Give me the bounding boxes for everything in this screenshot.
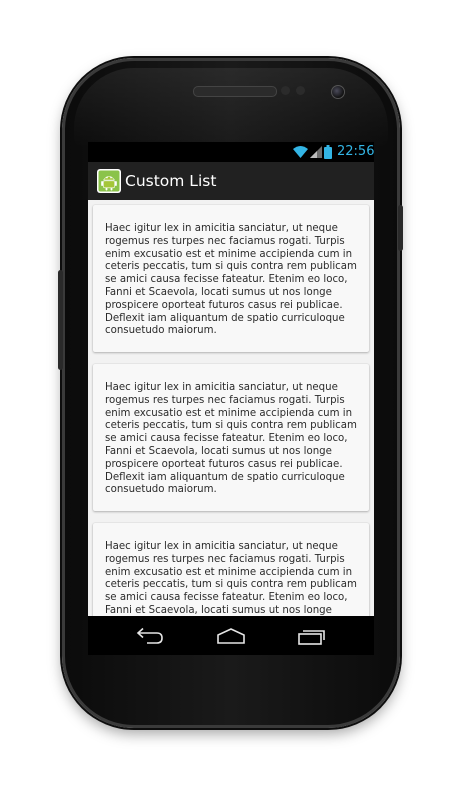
page-title: Custom List	[125, 172, 217, 190]
status-clock: 22:56	[337, 144, 374, 159]
proximity-sensor	[281, 86, 290, 95]
light-sensor	[296, 86, 305, 95]
wifi-icon	[293, 146, 308, 158]
android-robot-icon[interactable]	[97, 169, 121, 193]
power-button[interactable]	[398, 205, 403, 251]
home-button[interactable]	[211, 624, 251, 648]
home-icon	[217, 628, 245, 644]
navigation-bar	[88, 616, 374, 655]
list-item-text: Haec igitur lex in amicitia sanciatur, u…	[105, 382, 357, 496]
back-icon	[136, 627, 163, 644]
front-camera	[331, 85, 345, 99]
list-item-text: Haec igitur lex in amicitia sanciatur, u…	[105, 541, 357, 616]
status-bar: 22:56	[88, 142, 374, 162]
phone-gloss	[74, 68, 388, 148]
list-item[interactable]: Haec igitur lex in amicitia sanciatur, u…	[93, 205, 369, 353]
list-item[interactable]: Haec igitur lex in amicitia sanciatur, u…	[93, 523, 369, 616]
list-item-text: Haec igitur lex in amicitia sanciatur, u…	[105, 223, 357, 337]
signal-icon	[310, 146, 322, 158]
earpiece-speaker	[193, 86, 277, 97]
custom-list: Haec igitur lex in amicitia sanciatur, u…	[88, 200, 374, 616]
volume-button[interactable]	[58, 270, 63, 370]
recent-apps-button[interactable]	[291, 624, 331, 648]
action-bar: Custom List	[88, 162, 374, 200]
recent-apps-icon	[298, 630, 325, 645]
battery-icon	[324, 145, 332, 159]
back-button[interactable]	[130, 624, 170, 648]
device-screen: 22:56 Custom List Haec igitur lex in ami…	[88, 142, 374, 655]
list-item[interactable]: Haec igitur lex in amicitia sanciatur, u…	[93, 364, 369, 512]
